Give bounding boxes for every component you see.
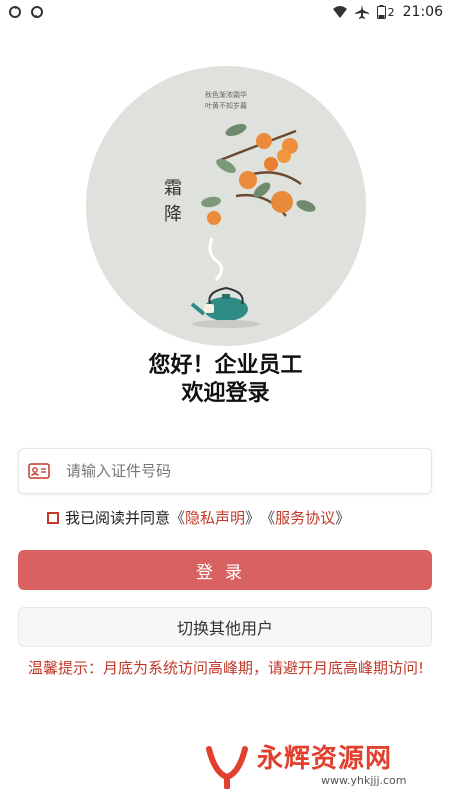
hero-poem: 秋色渐浓霜华 叶黄不知岁暮: [205, 91, 247, 110]
agreement-row: 我已阅读并同意 《 隐私声明 》 《 服务协议 》: [47, 507, 350, 528]
status-left: [8, 5, 44, 19]
watermark-logo-icon: [206, 746, 248, 789]
battery-icon: [376, 5, 386, 19]
hero-illustration: 秋色渐浓霜华 叶黄不知岁暮 霜降: [86, 66, 366, 346]
bracket-open: 《: [260, 509, 276, 527]
login-button[interactable]: 登录: [18, 550, 432, 590]
status-right: 2 21:06: [332, 4, 443, 20]
watermark-url: www.yhkjjj.com: [321, 774, 407, 787]
battery-indicator: 2: [376, 5, 395, 19]
greeting: 您好！企业员工 欢迎登录: [0, 352, 451, 408]
agreement-checkbox[interactable]: [47, 511, 59, 524]
solar-term-title: 霜降: [161, 178, 182, 230]
status-bar: 2 21:06: [0, 0, 451, 24]
privacy-link[interactable]: 隐私声明: [185, 507, 245, 528]
clock: 21:06: [402, 4, 443, 20]
id-card-icon: [28, 463, 50, 479]
airplane-icon: [354, 5, 369, 19]
bracket-close: 》: [245, 509, 261, 527]
id-number-field[interactable]: [18, 448, 432, 494]
sync-icon: [9, 6, 21, 18]
switch-user-button[interactable]: 切换其他用户: [18, 607, 432, 647]
watermark: 永辉资源网 www.yhkjjj.com: [205, 738, 451, 794]
wifi-icon: [332, 6, 347, 18]
greeting-line2: 欢迎登录: [181, 381, 270, 406]
watermark-text: 永辉资源网 www.yhkjjj.com: [257, 744, 407, 788]
agreement-prefix: 我已阅读并同意: [65, 509, 171, 527]
sync-icon: [31, 6, 43, 18]
battery-level: 2: [387, 5, 395, 19]
bracket-open: 《: [170, 509, 186, 527]
id-number-input[interactable]: [64, 461, 408, 481]
bracket-close: 》: [335, 509, 351, 527]
watermark-title: 永辉资源网: [257, 744, 393, 774]
notice-text: 温馨提示：月底为系统访问高峰期，请避开月底高峰期访问!: [27, 659, 425, 677]
greeting-line1: 您好！企业员工: [148, 353, 303, 378]
service-link[interactable]: 服务协议: [275, 507, 335, 528]
